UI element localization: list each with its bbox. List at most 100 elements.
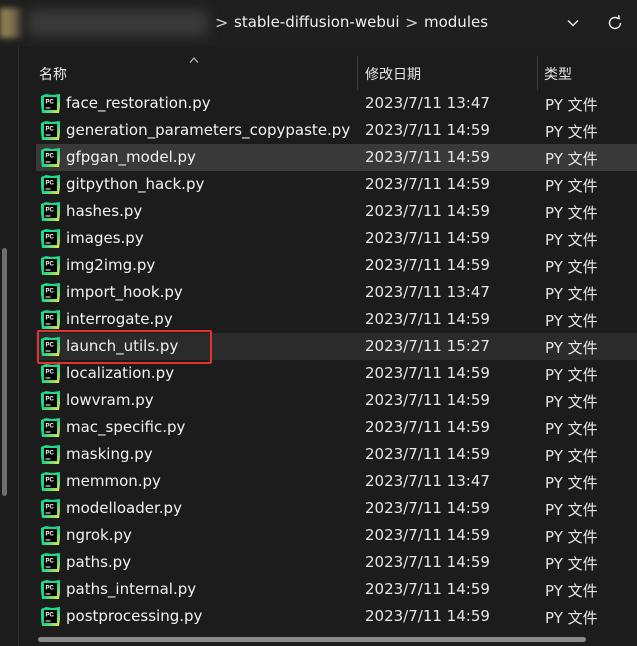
file-modified-date: 2023/7/11 13:47 — [365, 94, 490, 112]
file-modified-date: 2023/7/11 14:59 — [365, 148, 490, 166]
file-name[interactable]: mac_specific.py — [66, 418, 185, 436]
svg-text:PC: PC — [46, 370, 55, 376]
file-row[interactable]: PC img2img.py 2023/7/11 14:59 PY 文件 — [36, 252, 637, 279]
horizontal-scrollbar-thumb[interactable] — [38, 637, 586, 642]
refresh-icon[interactable] — [600, 8, 630, 38]
column-modified[interactable]: 修改日期 — [365, 64, 421, 84]
svg-text:PC: PC — [46, 262, 55, 268]
file-name[interactable]: interrogate.py — [66, 310, 173, 328]
file-type: PY 文件 — [545, 231, 598, 249]
breadcrumb-stable-diffusion-webui[interactable]: stable-diffusion-webui — [234, 13, 400, 31]
file-modified-date: 2023/7/11 14:59 — [365, 580, 490, 598]
file-row[interactable]: PC gfpgan_model.py 2023/7/11 14:59 PY 文件 — [36, 144, 637, 171]
file-type: PY 文件 — [545, 150, 598, 168]
python-file-icon: PC — [40, 444, 61, 465]
file-name[interactable]: postprocessing.py — [66, 607, 202, 625]
svg-text:PC: PC — [46, 397, 55, 403]
file-modified-date: 2023/7/11 14:59 — [365, 121, 490, 139]
file-row[interactable]: PC masking.py 2023/7/11 14:59 PY 文件 — [36, 441, 637, 468]
file-name[interactable]: generation_parameters_copypaste.py — [66, 121, 350, 139]
python-file-icon: PC — [40, 255, 61, 276]
file-name[interactable]: ngrok.py — [66, 526, 132, 544]
svg-text:PC: PC — [46, 208, 55, 214]
file-row[interactable]: PC generation_parameters_copypaste.py 2023… — [36, 117, 637, 144]
column-name[interactable]: 名称 — [39, 64, 67, 84]
file-name[interactable]: gitpython_hack.py — [66, 175, 204, 193]
chevron-down-icon[interactable] — [560, 8, 586, 38]
svg-text:PC: PC — [46, 154, 55, 160]
file-row[interactable]: PC postprocessing.py 2023/7/11 14:59 PY 文件 — [36, 603, 637, 630]
file-name[interactable]: hashes.py — [66, 202, 142, 220]
python-file-icon: PC — [40, 282, 61, 303]
svg-text:PC: PC — [46, 505, 55, 511]
file-name[interactable]: images.py — [66, 229, 144, 247]
file-name[interactable]: import_hook.py — [66, 283, 183, 301]
file-modified-date: 2023/7/11 14:59 — [365, 445, 490, 463]
file-name[interactable]: modelloader.py — [66, 499, 182, 517]
svg-text:PC: PC — [46, 424, 55, 430]
file-type: PY 文件 — [545, 582, 598, 600]
file-row[interactable]: PC modelloader.py 2023/7/11 14:59 PY 文件 — [36, 495, 637, 522]
svg-text:PC: PC — [46, 289, 55, 295]
pane-divider[interactable] — [18, 46, 19, 646]
file-name[interactable]: localization.py — [66, 364, 174, 382]
file-name[interactable]: masking.py — [66, 445, 153, 463]
address-bar[interactable]: > stable-diffusion-webui > modules — [0, 0, 637, 46]
file-name[interactable]: gfpgan_model.py — [66, 148, 196, 166]
python-file-icon: PC — [40, 120, 61, 141]
svg-text:PC: PC — [46, 586, 55, 592]
file-type: PY 文件 — [545, 96, 598, 114]
file-row[interactable]: PC ngrok.py 2023/7/11 14:59 PY 文件 — [36, 522, 637, 549]
file-row[interactable]: PC hashes.py 2023/7/11 14:59 PY 文件 — [36, 198, 637, 225]
file-type: PY 文件 — [545, 528, 598, 546]
breadcrumb-modules[interactable]: modules — [424, 13, 488, 31]
file-name[interactable]: paths_internal.py — [66, 580, 196, 598]
file-name[interactable]: face_restoration.py — [66, 94, 211, 112]
file-type: PY 文件 — [545, 393, 598, 411]
column-type[interactable]: 类型 — [544, 64, 572, 84]
file-row[interactable]: PC face_restoration.py 2023/7/11 13:47 PY 文… — [36, 90, 637, 117]
file-modified-date: 2023/7/11 13:47 — [365, 283, 490, 301]
file-row[interactable]: PC interrogate.py 2023/7/11 14:59 PY 文件 — [36, 306, 637, 333]
svg-text:PC: PC — [46, 235, 55, 241]
svg-text:PC: PC — [46, 478, 55, 484]
file-name[interactable]: paths.py — [66, 553, 131, 571]
file-row[interactable]: PC paths_internal.py 2023/7/11 14:59 PY 文件 — [36, 576, 637, 603]
file-row[interactable]: PC gitpython_hack.py 2023/7/11 14:59 PY 文件 — [36, 171, 637, 198]
python-file-icon: PC — [40, 471, 61, 492]
file-modified-date: 2023/7/11 14:59 — [365, 256, 490, 274]
file-type: PY 文件 — [545, 447, 598, 465]
file-row[interactable]: PC import_hook.py 2023/7/11 13:47 PY 文件 — [36, 279, 637, 306]
file-name[interactable]: memmon.py — [66, 472, 161, 490]
file-type: PY 文件 — [545, 258, 598, 276]
file-row[interactable]: PC localization.py 2023/7/11 14:59 PY 文件 — [36, 360, 637, 387]
file-modified-date: 2023/7/11 14:59 — [365, 526, 490, 544]
breadcrumb-separator: > — [405, 13, 419, 32]
blurred-folder-icon — [0, 8, 22, 38]
file-modified-date: 2023/7/11 14:59 — [365, 310, 490, 328]
file-modified-date: 2023/7/11 14:59 — [365, 202, 490, 220]
file-row[interactable]: PC images.py 2023/7/11 14:59 PY 文件 — [36, 225, 637, 252]
file-modified-date: 2023/7/11 14:59 — [365, 418, 490, 436]
file-modified-date: 2023/7/11 14:59 — [365, 364, 490, 382]
column-divider[interactable] — [357, 56, 358, 90]
nav-scrollbar-thumb[interactable] — [2, 248, 7, 496]
python-file-icon: PC — [40, 552, 61, 573]
file-row[interactable]: PC paths.py 2023/7/11 14:59 PY 文件 — [36, 549, 637, 576]
python-file-icon: PC — [40, 498, 61, 519]
blurred-path-segment — [28, 10, 208, 36]
navigation-pane — [0, 46, 18, 646]
file-row[interactable]: PC mac_specific.py 2023/7/11 14:59 PY 文件 — [36, 414, 637, 441]
sort-ascending-icon — [189, 57, 199, 63]
python-file-icon: PC — [40, 417, 61, 438]
python-file-icon: PC — [40, 93, 61, 114]
svg-text:PC: PC — [46, 100, 55, 106]
column-divider[interactable] — [537, 56, 538, 90]
file-row[interactable]: PC lowvram.py 2023/7/11 14:59 PY 文件 — [36, 387, 637, 414]
python-file-icon: PC — [40, 201, 61, 222]
svg-text:PC: PC — [46, 127, 55, 133]
file-row[interactable]: PC memmon.py 2023/7/11 13:47 PY 文件 — [36, 468, 637, 495]
file-type: PY 文件 — [545, 204, 598, 222]
file-name[interactable]: img2img.py — [66, 256, 155, 274]
file-name[interactable]: lowvram.py — [66, 391, 154, 409]
